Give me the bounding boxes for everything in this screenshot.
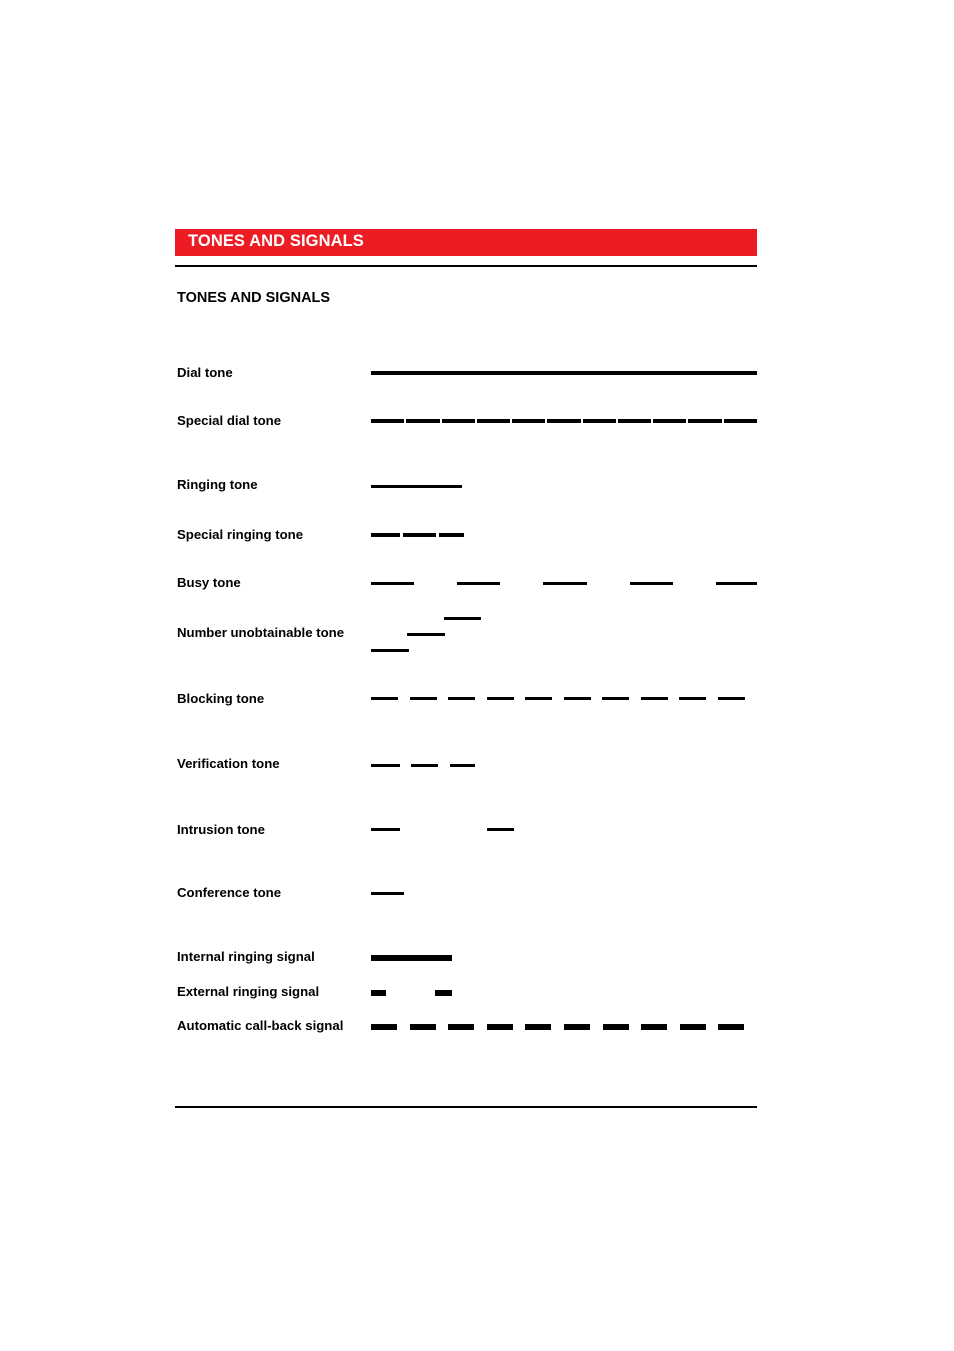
tone-label: Conference tone xyxy=(177,885,282,900)
tone-dash xyxy=(630,582,673,585)
tone-dash xyxy=(371,533,400,537)
tone-dash xyxy=(444,617,481,620)
tone-dash xyxy=(718,1024,745,1030)
tone-dash xyxy=(371,697,398,700)
tone-dash xyxy=(407,633,445,636)
tone-label: Intrusion tone xyxy=(177,822,265,837)
tone-dash xyxy=(512,419,546,423)
tone-dash xyxy=(409,1024,436,1030)
tone-dash xyxy=(653,419,687,423)
tone-dash xyxy=(409,697,437,700)
header-bar: TONES AND SIGNALS xyxy=(175,229,757,256)
tone-dash xyxy=(543,582,587,585)
tone-dash xyxy=(525,697,552,700)
tone-label: Automatic call-back signal xyxy=(177,1018,344,1033)
tone-label: Number unobtainable tone xyxy=(177,625,345,640)
tone-dash xyxy=(371,764,400,767)
tone-dash xyxy=(688,419,722,423)
tone-dash xyxy=(487,828,514,831)
tone-label: Verification tone xyxy=(177,756,280,771)
top-divider xyxy=(175,265,757,267)
tone-dash xyxy=(406,419,440,423)
tone-dash xyxy=(371,485,462,488)
tone-dash xyxy=(371,828,400,831)
tone-dash xyxy=(371,1024,397,1030)
tone-dash xyxy=(403,533,436,537)
tone-dash xyxy=(371,990,386,996)
tone-label: Busy tone xyxy=(177,575,241,590)
tone-label: Special ringing tone xyxy=(177,527,304,542)
tone-dash xyxy=(641,1024,668,1030)
tone-label: Internal ringing signal xyxy=(177,949,315,964)
tone-dash xyxy=(371,371,757,375)
tone-dash xyxy=(371,892,404,895)
tone-dash xyxy=(441,419,475,423)
tone-dash xyxy=(450,764,475,767)
tone-dash xyxy=(448,1024,475,1030)
tone-dash xyxy=(476,419,511,423)
tone-dash xyxy=(602,1024,629,1030)
tone-dash xyxy=(435,990,452,996)
tone-label: Special dial tone xyxy=(177,413,282,428)
tone-dash xyxy=(602,697,629,700)
tone-dash xyxy=(486,697,514,700)
tone-dash xyxy=(716,582,757,585)
tone-label: Dial tone xyxy=(177,365,233,380)
tone-dash xyxy=(371,419,405,423)
tone-dash xyxy=(439,533,464,537)
tone-dash xyxy=(448,697,475,700)
tone-dash xyxy=(563,697,591,700)
tone-dash xyxy=(411,764,438,767)
tone-dash xyxy=(371,649,409,652)
tone-dash xyxy=(371,955,452,961)
tone-dash xyxy=(564,1024,590,1030)
tone-label: Ringing tone xyxy=(177,477,258,492)
tone-label: Blocking tone xyxy=(177,691,265,706)
tone-dash xyxy=(371,582,414,585)
tone-dash xyxy=(457,582,500,585)
tone-dash xyxy=(717,697,745,700)
bottom-divider xyxy=(175,1106,757,1108)
tone-dash xyxy=(640,697,668,700)
tone-dash xyxy=(486,1024,513,1030)
tone-dash xyxy=(525,1024,552,1030)
tone-dash xyxy=(617,419,652,423)
tone-dash xyxy=(723,419,757,423)
section-title: TONES AND SIGNALS xyxy=(177,290,331,306)
tone-label: External ringing signal xyxy=(177,984,320,999)
tone-dash xyxy=(679,1024,706,1030)
tone-dash xyxy=(582,419,616,423)
tone-dash xyxy=(547,419,581,423)
header-title: TONES AND SIGNALS xyxy=(188,232,364,250)
tone-dash xyxy=(679,697,706,700)
